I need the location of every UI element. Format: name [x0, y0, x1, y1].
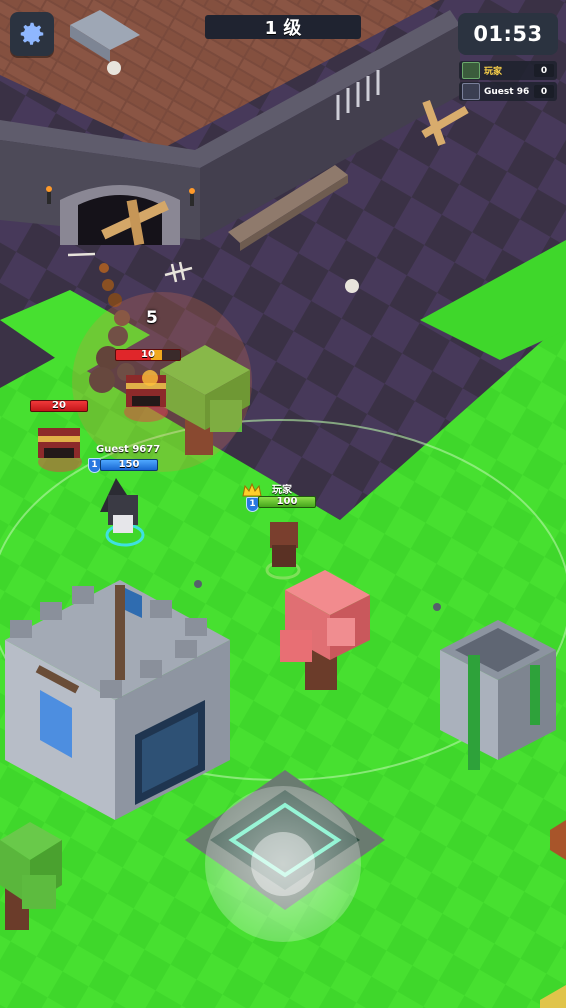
- crown-icon: [242, 483, 262, 497]
- player-hp: 100: [258, 496, 316, 508]
- skull: [345, 279, 359, 293]
- scoreboard-player-score: 0: [534, 64, 554, 77]
- level-indicator: 1 级: [205, 15, 361, 39]
- guest-name-tag: Guest 9677: [96, 444, 161, 455]
- enemy-chest-burning: [124, 370, 168, 422]
- enemy-chest-burning-hp: 10: [115, 349, 181, 361]
- damage-popup: 5: [146, 308, 158, 328]
- guest-avatar: [462, 83, 480, 100]
- joystick-knob[interactable]: [251, 832, 315, 896]
- player-avatar: [462, 62, 480, 79]
- scoreboard-row: Guest 96 0: [459, 82, 557, 101]
- rock: [433, 603, 441, 611]
- scoreboard-guest-score: 0: [534, 85, 554, 98]
- scoreboard-row: 玩家 0: [459, 61, 557, 80]
- match-timer: 01:53: [458, 13, 558, 55]
- gear-icon: [20, 22, 44, 45]
- guest-hp: 150: [100, 459, 158, 471]
- torch: [47, 190, 51, 204]
- scoreboard-guest-name: Guest 96: [484, 86, 530, 97]
- enemy-chest-left-hp: 20: [30, 400, 88, 412]
- player-name-tag: 玩家: [272, 485, 292, 496]
- settings-button[interactable]: [10, 12, 54, 56]
- scoreboard-player-name: 玩家: [484, 67, 503, 77]
- enemy-chest-left: [38, 428, 82, 472]
- rock: [194, 580, 202, 588]
- scoreboard: 玩家 0 Guest 96 0: [459, 61, 557, 103]
- skull: [107, 61, 121, 75]
- torch: [190, 192, 194, 206]
